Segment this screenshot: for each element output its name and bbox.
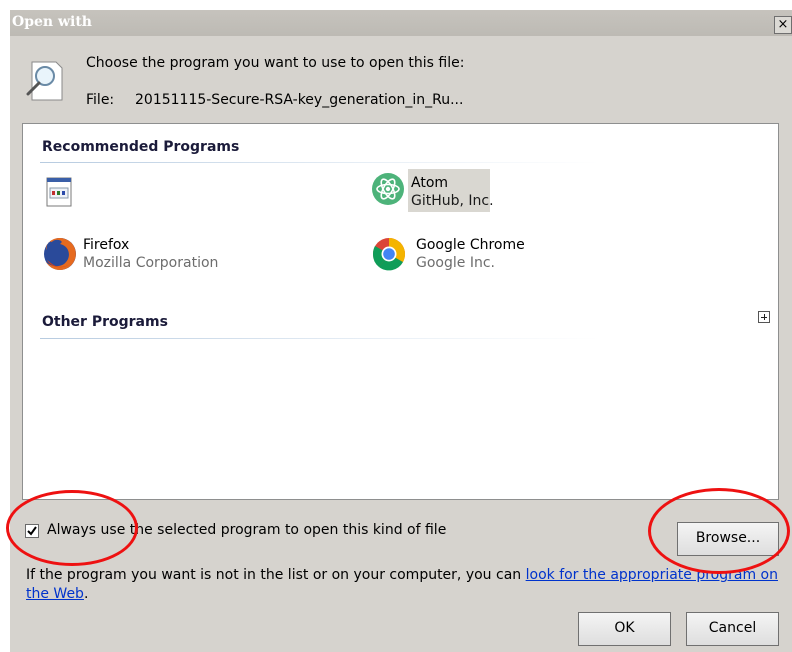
- info-text: If the program you want is not in the li…: [26, 566, 786, 604]
- program-item-atom[interactable]: Atom GitHub, Inc.: [371, 172, 671, 214]
- program-list[interactable]: Recommended Programs Atom GitHub, Inc. F…: [22, 123, 779, 500]
- expand-other-programs-button[interactable]: [758, 311, 770, 323]
- title-bar: Open with ×: [10, 10, 792, 36]
- cancel-button[interactable]: Cancel: [686, 612, 779, 646]
- window-title: Open with: [12, 14, 92, 30]
- info-message: If the program you want is not in the li…: [26, 567, 526, 583]
- other-programs-header: Other Programs: [42, 314, 168, 330]
- program-item-generic[interactable]: [45, 176, 345, 216]
- annotation-circle-checkbox: [6, 490, 138, 566]
- recommended-programs-header: Recommended Programs: [42, 139, 240, 155]
- chrome-icon: [372, 238, 406, 271]
- program-name: Google Chrome: [416, 237, 525, 253]
- firefox-icon: [44, 238, 76, 270]
- other-divider: [40, 338, 600, 339]
- program-vendor: GitHub, Inc.: [411, 193, 494, 209]
- program-vendor: Mozilla Corporation: [83, 255, 219, 271]
- program-item-chrome[interactable]: Google Chrome Google Inc.: [371, 234, 671, 276]
- close-button[interactable]: ×: [774, 16, 792, 34]
- info-suffix: .: [83, 586, 89, 602]
- prompt-text: Choose the program you want to use to op…: [86, 55, 465, 71]
- file-name: 20151115-Secure-RSA-key_generation_in_Ru…: [135, 92, 464, 108]
- program-name: Firefox: [83, 237, 130, 253]
- program-name: Atom: [411, 175, 449, 191]
- program-vendor: Google Inc.: [416, 255, 495, 271]
- atom-icon: [372, 173, 404, 205]
- file-label: File:: [86, 92, 115, 108]
- ok-button[interactable]: OK: [578, 612, 671, 646]
- recommended-divider: [40, 162, 600, 163]
- generic-app-icon: [46, 177, 72, 207]
- program-item-firefox[interactable]: Firefox Mozilla Corporation: [42, 234, 342, 276]
- magnifier-document-icon: [26, 61, 63, 101]
- annotation-circle-browse: [648, 488, 790, 574]
